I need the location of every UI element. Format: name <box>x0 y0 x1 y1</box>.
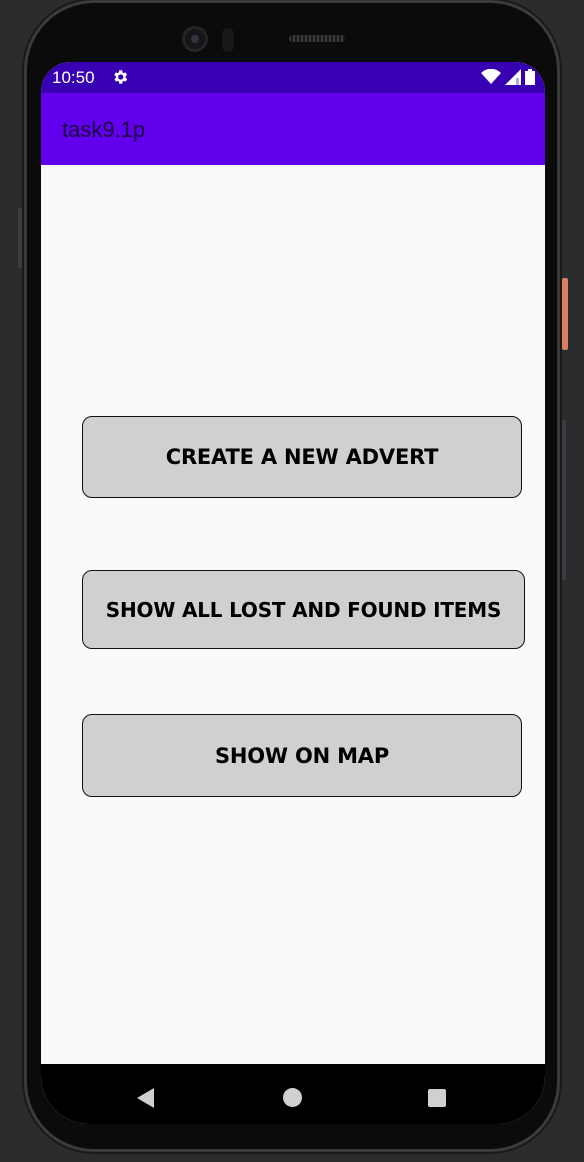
show-on-map-button[interactable]: SHOW ON MAP <box>82 714 522 797</box>
show-all-items-button[interactable]: SHOW ALL LOST AND FOUND ITEMS <box>82 570 525 649</box>
app-title: task9.1p <box>62 117 146 142</box>
wifi-icon <box>481 68 501 90</box>
status-bar: 10:50 <box>41 62 545 93</box>
proximity-sensor <box>222 28 234 52</box>
main-content: CREATE A NEW ADVERT SHOW ALL LOST AND FO… <box>41 165 545 1064</box>
earpiece-speaker <box>289 35 345 42</box>
front-camera <box>182 26 208 52</box>
back-icon[interactable] <box>137 1088 154 1108</box>
home-icon[interactable] <box>283 1088 302 1107</box>
settings-gear-icon <box>111 68 129 86</box>
app-bar: task9.1p <box>41 93 545 165</box>
create-advert-button[interactable]: CREATE A NEW ADVERT <box>82 416 522 498</box>
signal-icon <box>505 69 521 90</box>
power-button <box>562 278 568 350</box>
status-icons <box>481 68 535 90</box>
side-button-left <box>18 208 22 268</box>
status-time: 10:50 <box>52 68 95 87</box>
volume-button <box>562 420 566 580</box>
navigation-bar <box>41 1064 545 1124</box>
device-screen: 10:50 task9.1p CREATE A NEW ADVERT SHOW … <box>41 62 545 1124</box>
battery-icon <box>525 69 535 90</box>
recents-icon[interactable] <box>428 1089 446 1107</box>
